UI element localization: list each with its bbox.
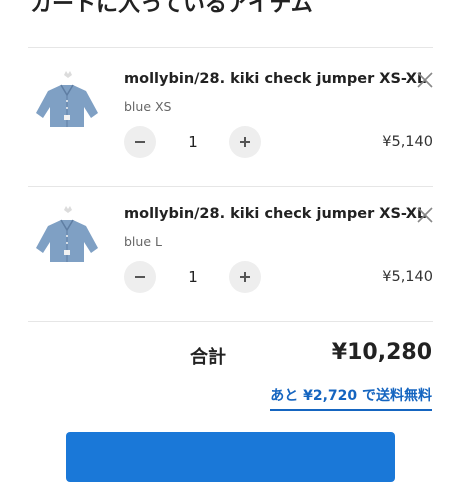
product-name[interactable]: mollybin/28. kiki check jumper XS-XL <box>124 206 426 222</box>
decrease-quantity-button[interactable] <box>124 261 156 293</box>
close-icon <box>417 207 433 223</box>
minus-icon <box>135 276 145 278</box>
page-title: カートに入っているアイテム <box>30 0 313 17</box>
quantity-value: 1 <box>188 268 198 286</box>
item-price: ¥5,140 <box>382 134 433 150</box>
product-name[interactable]: mollybin/28. kiki check jumper XS-XL <box>124 71 426 87</box>
minus-icon <box>135 141 145 143</box>
total-label: 合計 <box>190 347 226 368</box>
cart-item: mollybin/28. kiki check jumper XS-XL blu… <box>0 47 460 182</box>
increase-quantity-button[interactable] <box>229 261 261 293</box>
product-variant: blue L <box>124 234 162 249</box>
item-price: ¥5,140 <box>382 269 433 285</box>
quantity-value: 1 <box>188 133 198 151</box>
total-value: ¥10,280 <box>331 340 432 365</box>
remove-item-button[interactable] <box>417 207 433 223</box>
cart-item: mollybin/28. kiki check jumper XS-XL blu… <box>0 182 460 317</box>
free-shipping-link[interactable]: あと ¥2,720 で送料無料 <box>270 385 432 411</box>
increase-quantity-button[interactable] <box>229 126 261 158</box>
divider <box>28 321 433 322</box>
plus-icon <box>240 137 250 147</box>
product-image[interactable] <box>28 67 106 137</box>
product-image[interactable] <box>28 202 106 272</box>
plus-icon <box>240 272 250 282</box>
checkout-button[interactable] <box>66 432 395 482</box>
decrease-quantity-button[interactable] <box>124 126 156 158</box>
remove-item-button[interactable] <box>417 72 433 88</box>
product-variant: blue XS <box>124 99 172 114</box>
close-icon <box>417 72 433 88</box>
